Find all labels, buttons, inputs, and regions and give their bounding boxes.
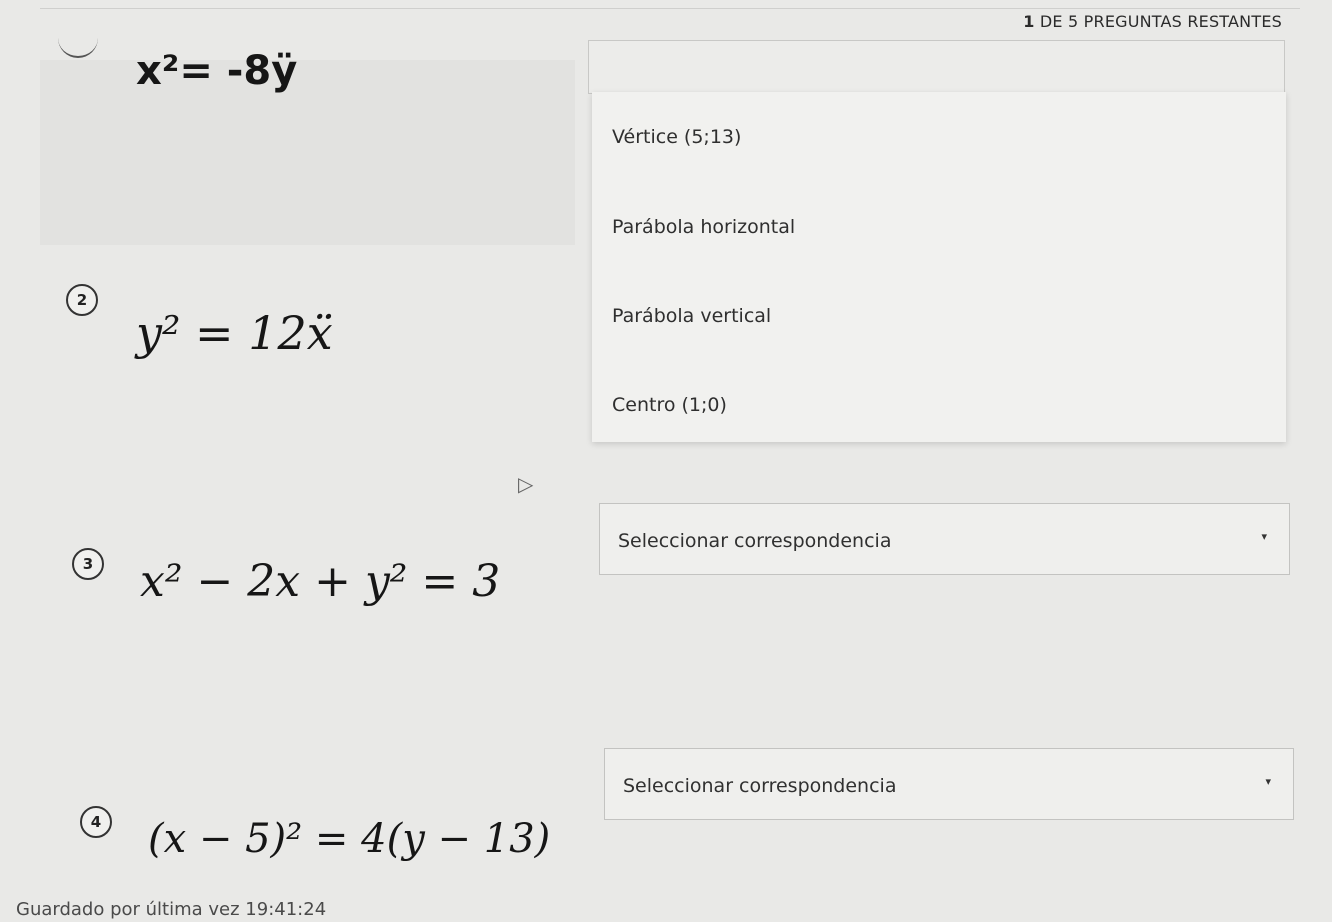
remaining-text: DE 5 PREGUNTAS RESTANTES [1039, 12, 1282, 31]
chevron-down-icon: ▾ [1265, 775, 1271, 788]
option-vertice[interactable]: Vértice (5;13) [612, 126, 741, 148]
question-4-number: 4 [80, 806, 112, 838]
question-2-equation: y² = 12ẍ [136, 306, 333, 360]
question-1-panel [40, 60, 575, 245]
select-label: Seleccionar correspondencia [618, 530, 892, 552]
question-3-equation: x² − 2x + y² = 3 [140, 556, 501, 607]
question-1-marker [58, 38, 98, 58]
option-parabola-vertical[interactable]: Parábola vertical [612, 305, 771, 327]
questions-remaining: 1 DE 5 PREGUNTAS RESTANTES [1023, 12, 1282, 31]
option-centro[interactable]: Centro (1;0) [612, 394, 727, 416]
remaining-count: 1 [1023, 12, 1035, 31]
question-3-number: 3 [72, 548, 104, 580]
question-4-equation: (x − 5)² = 4(y − 13) [148, 816, 551, 862]
correspondence-dropdown-list: Vértice (5;13) Parábola horizontal Paráb… [592, 92, 1286, 442]
question-4-select[interactable]: Seleccionar correspondencia ▾ [604, 748, 1294, 820]
top-divider [40, 8, 1300, 9]
last-saved-status: Guardado por última vez 19:41:24 [16, 899, 327, 920]
question-3-select[interactable]: Seleccionar correspondencia ▾ [599, 503, 1290, 575]
option-parabola-horizontal[interactable]: Parábola horizontal [612, 216, 795, 238]
mouse-cursor-icon: ▷ [518, 472, 534, 496]
question-2-number: 2 [66, 284, 98, 316]
select-label: Seleccionar correspondencia [623, 775, 897, 797]
chevron-down-icon: ▾ [1261, 530, 1267, 543]
question-1-select[interactable] [588, 40, 1285, 94]
question-1-equation: x²= -8ÿ [136, 48, 298, 94]
